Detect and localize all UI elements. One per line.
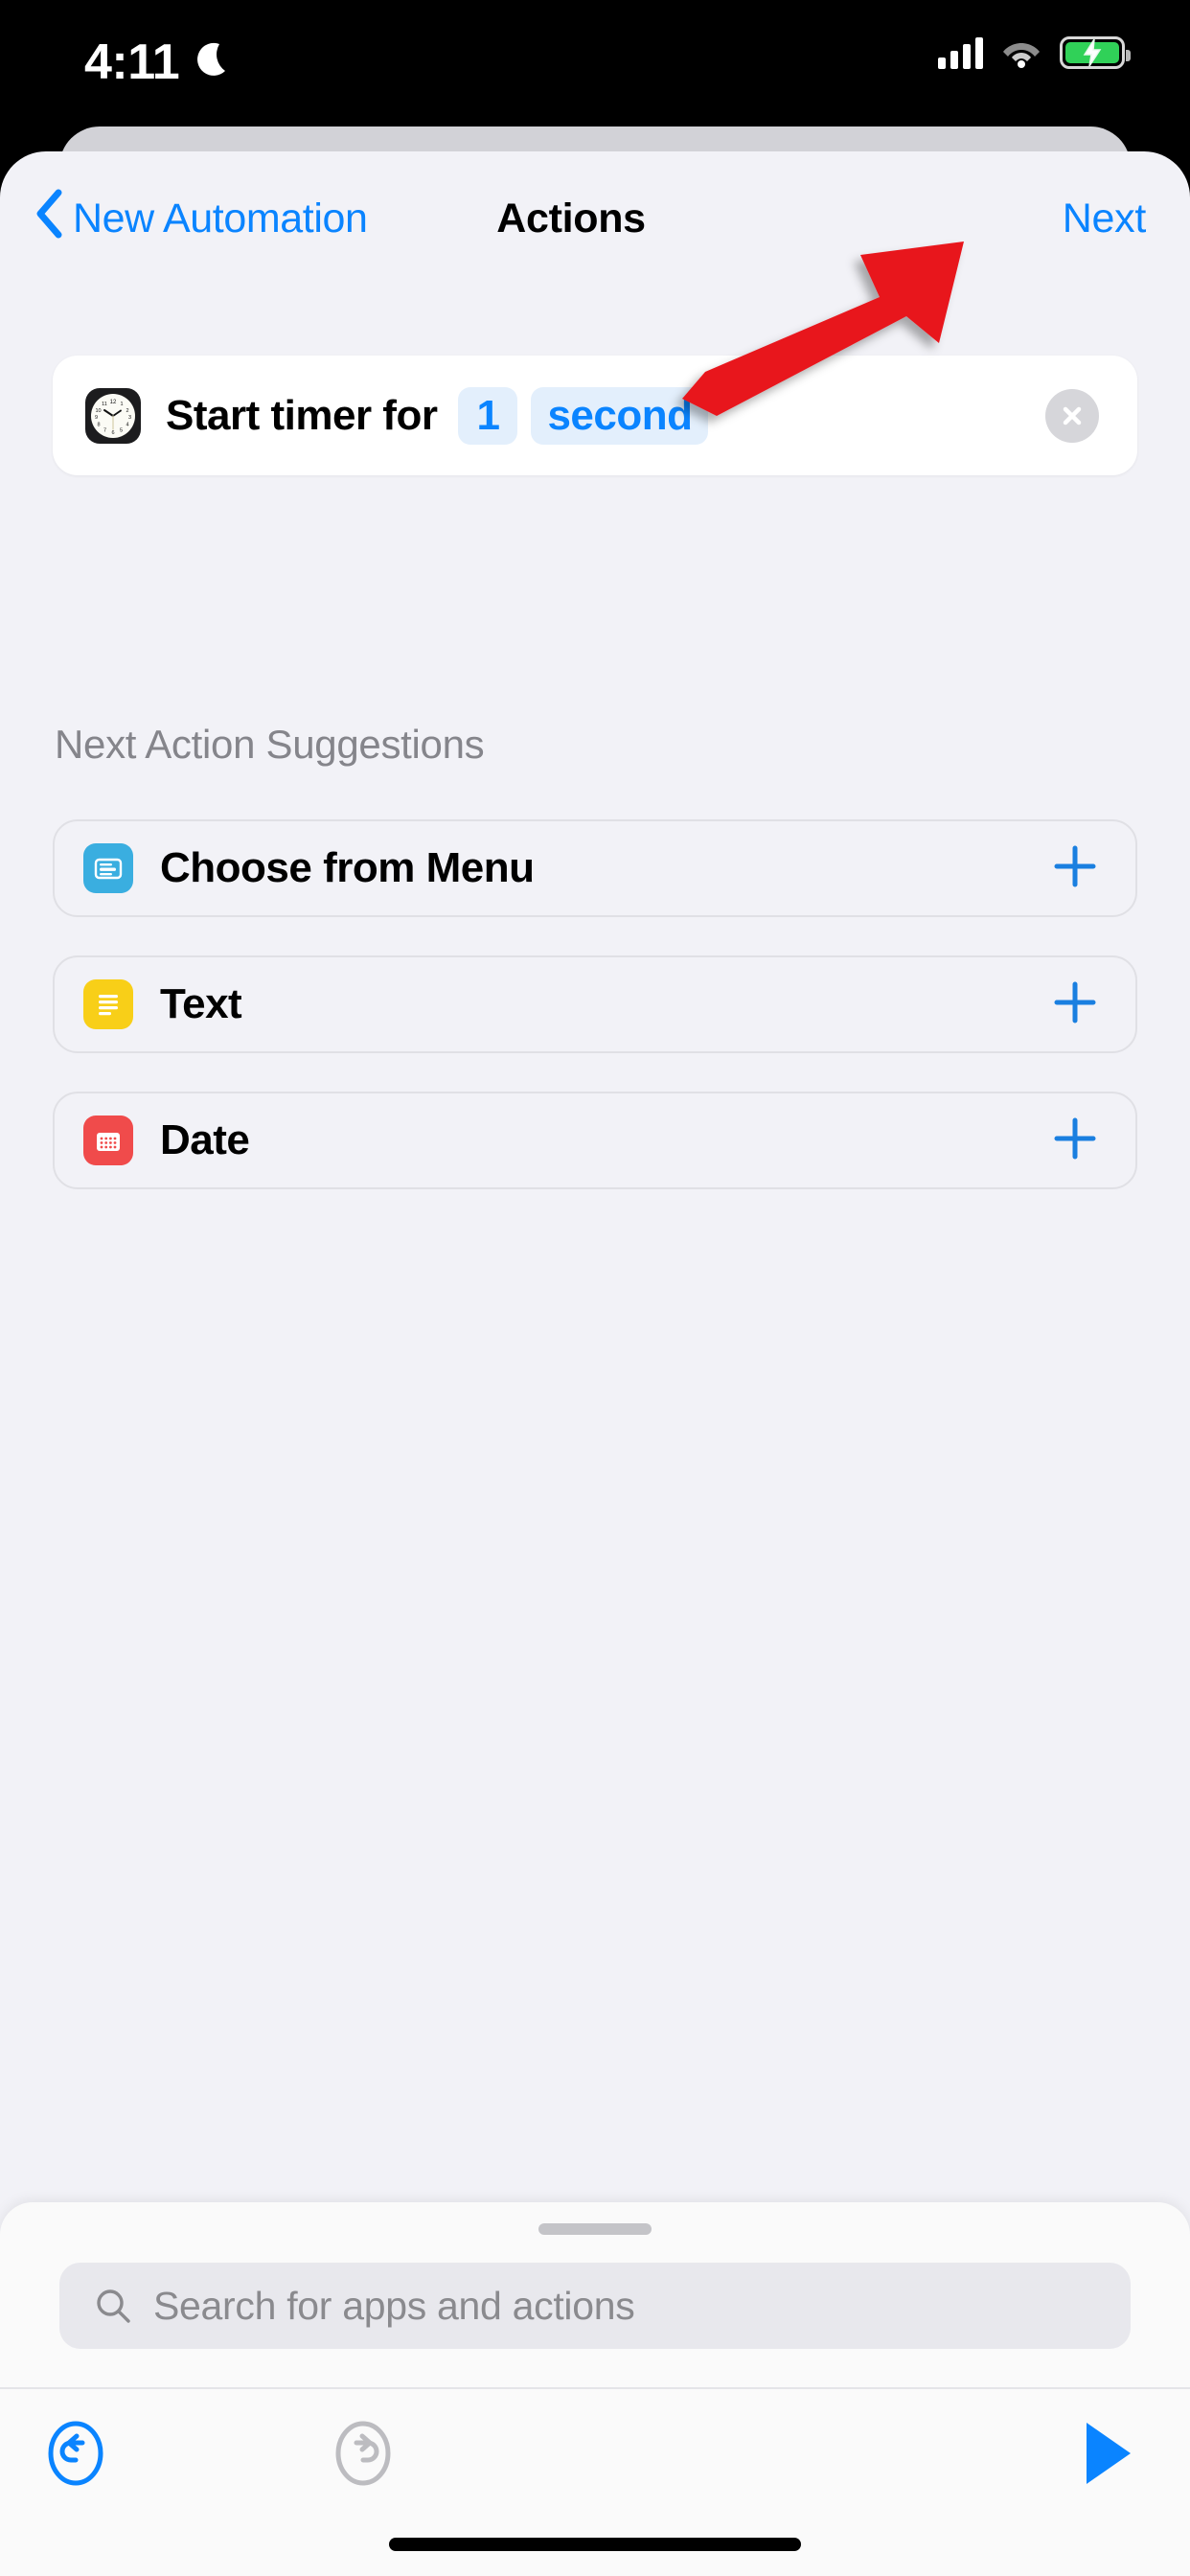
action-card-start-timer[interactable]: 12 11 10 9 8 7 6 5 4 3 2 1 Start timer f… [53, 356, 1137, 475]
action-label: Start timer for [166, 391, 438, 439]
action-library-sheet: Search for apps and actions [0, 2202, 1190, 2576]
svg-text:10: 10 [95, 408, 101, 414]
action-parameters: 1 second [458, 386, 709, 445]
suggestion-row-choose-from-menu[interactable]: Choose from Menu [53, 819, 1137, 917]
suggestion-label: Text [160, 980, 242, 1027]
search-input[interactable]: Search for apps and actions [59, 2263, 1131, 2349]
svg-text:6: 6 [111, 430, 114, 436]
battery-charging-icon [1060, 36, 1131, 69]
svg-text:7: 7 [103, 427, 106, 433]
svg-text:9: 9 [95, 415, 98, 421]
timer-unit-token[interactable]: second [531, 386, 709, 445]
suggestion-label: Date [160, 1116, 250, 1163]
svg-text:4: 4 [126, 422, 128, 427]
phone-screen: 4:11 New Automation Actions Next 12 11 1… [0, 0, 1190, 2576]
svg-text:3: 3 [128, 415, 131, 421]
svg-text:5: 5 [120, 427, 123, 433]
close-circle-icon[interactable] [1045, 388, 1099, 443]
clock-icon: 12 11 10 9 8 7 6 5 4 3 2 1 [85, 387, 141, 444]
editor-toolbar [0, 2387, 1190, 2521]
text-lines-icon [83, 979, 133, 1029]
plus-icon[interactable] [1049, 840, 1101, 897]
signal-bars-icon [938, 36, 983, 69]
moon-icon [196, 40, 235, 87]
timer-value-token[interactable]: 1 [458, 386, 518, 445]
status-bar: 4:11 [0, 0, 1190, 134]
svg-text:2: 2 [126, 408, 128, 414]
svg-text:12: 12 [110, 400, 117, 405]
calendar-icon [83, 1116, 133, 1165]
redo-button [326, 2416, 400, 2496]
drag-handle[interactable] [538, 2223, 652, 2235]
search-icon [97, 2289, 130, 2323]
svg-text:11: 11 [102, 402, 107, 407]
run-button[interactable] [1079, 2419, 1138, 2493]
undo-button[interactable] [38, 2416, 113, 2496]
plus-icon[interactable] [1049, 977, 1101, 1033]
page-title: Actions [496, 195, 646, 242]
plus-icon[interactable] [1049, 1113, 1101, 1169]
svg-text:1: 1 [120, 402, 123, 407]
actions-sheet: New Automation Actions Next 12 11 10 9 8… [0, 151, 1190, 2576]
suggestion-label: Choose from Menu [160, 844, 535, 891]
home-indicator [389, 2538, 801, 2551]
wifi-icon [1003, 43, 1040, 68]
next-button[interactable]: Next [1063, 196, 1147, 242]
suggestion-row-text[interactable]: Text [53, 955, 1137, 1053]
suggestion-list: Choose from Menu Text Date [53, 819, 1137, 1228]
menu-card-icon [83, 843, 133, 893]
search-placeholder: Search for apps and actions [153, 2283, 635, 2328]
suggestions-header: Next Action Suggestions [55, 722, 485, 767]
svg-text:8: 8 [97, 422, 100, 427]
suggestion-row-date[interactable]: Date [53, 1092, 1137, 1189]
status-bar-time: 4:11 [84, 34, 180, 90]
status-bar-indicators [938, 36, 1131, 69]
navigation-bar: New Automation Actions Next [0, 151, 1190, 286]
